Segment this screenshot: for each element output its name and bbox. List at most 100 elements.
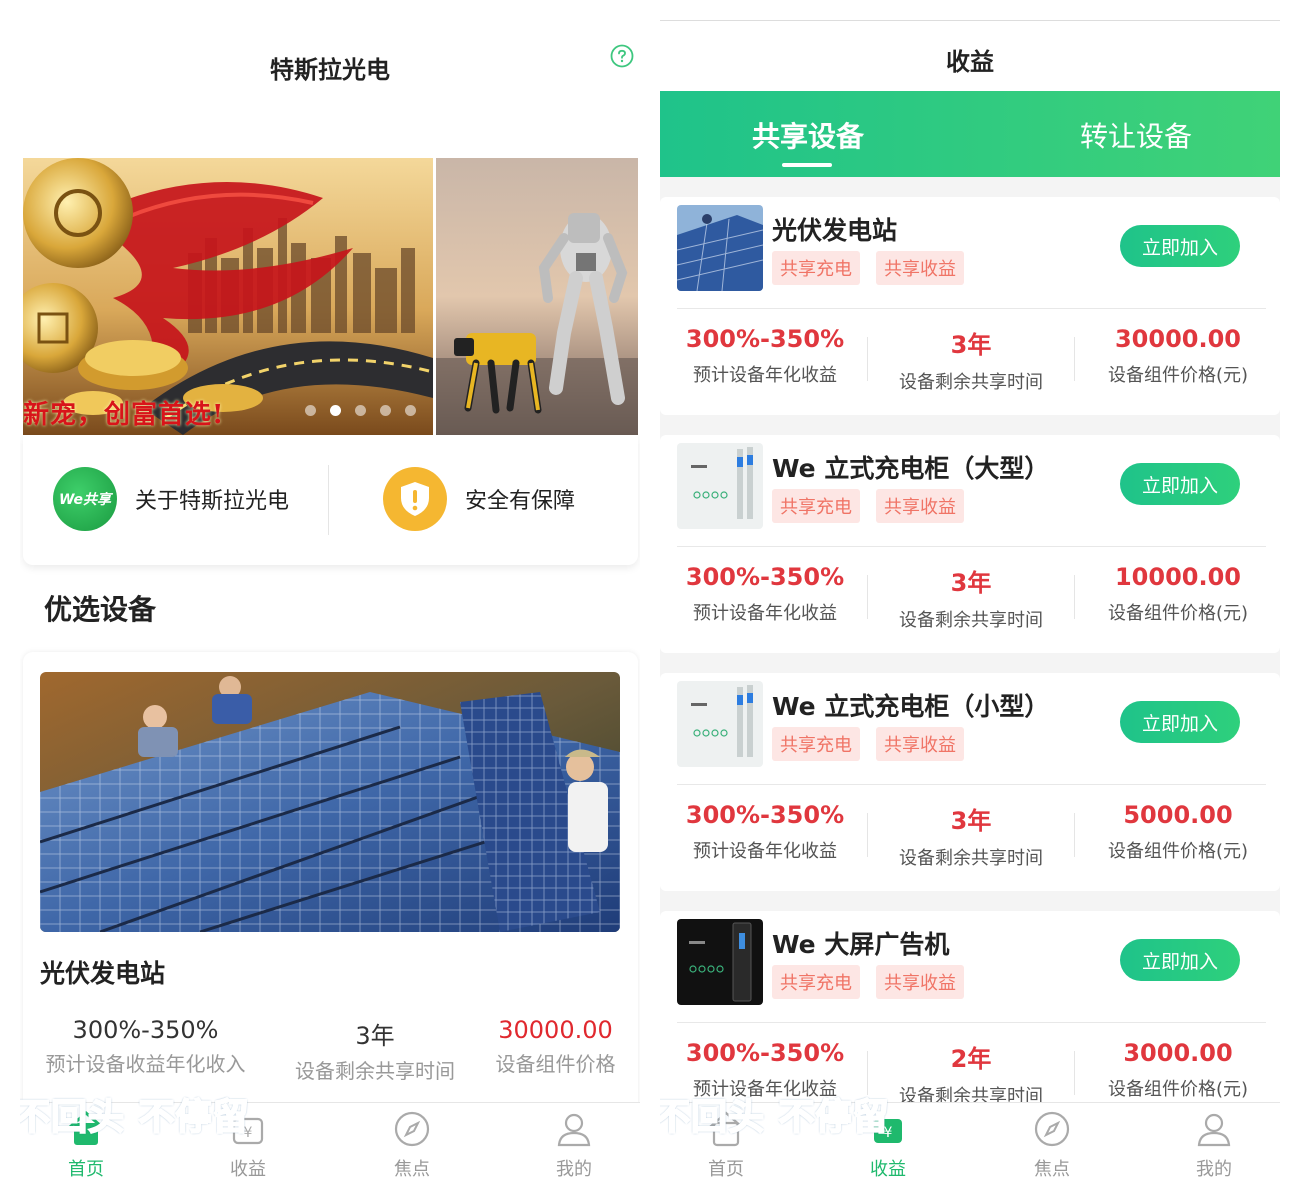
tag-group: 共享充电 共享收益	[772, 489, 964, 523]
safety-link[interactable]: 安全有保障	[383, 467, 575, 531]
compass-icon	[392, 1109, 432, 1149]
stat-value: 3000.00	[1123, 1039, 1233, 1067]
device-item[interactable]: We 立式充电柜（小型） 共享充电 共享收益 立即加入 300%-350% 预计…	[660, 673, 1280, 891]
divider	[1074, 1051, 1075, 1095]
join-now-button[interactable]: 立即加入	[1120, 939, 1240, 981]
user-icon	[1194, 1109, 1234, 1149]
stat-rate: 300%-350% 预计设备年化收益	[665, 801, 865, 863]
stat-value: 3年	[950, 807, 992, 835]
stat-rate: 300%-350% 预计设备年化收益	[665, 563, 865, 625]
header: 特斯拉光电	[20, 20, 640, 110]
stat-value: 300%-350%	[72, 1016, 219, 1044]
featured-device-card[interactable]: 光伏发电站 300%-350% 预计设备收益年化收入 3年 设备剩余共享时间 3…	[23, 652, 638, 1132]
tag: 共享充电	[772, 251, 860, 285]
divider	[867, 337, 868, 381]
banner-image-robots	[436, 158, 638, 435]
header: 收益	[660, 20, 1280, 92]
stat-value: 30000.00	[498, 1016, 613, 1044]
stat-rate: 300%-350% 预计设备年化收益	[665, 325, 865, 387]
divider	[677, 308, 1266, 309]
featured-device-name: 光伏发电站	[40, 959, 166, 988]
stat-price: 3000.00 设备组件价格(元)	[1078, 1039, 1278, 1101]
stat-label: 设备组件价格(元)	[1107, 841, 1249, 862]
stat-label: 设备组件价格(元)	[1107, 603, 1249, 624]
user-icon	[554, 1109, 594, 1149]
tab-shared-devices[interactable]: 共享设备	[752, 115, 864, 155]
carousel-dot[interactable]	[380, 405, 391, 416]
nav-label: 焦点	[1034, 1159, 1070, 1180]
device-name: We 立式充电柜（大型）	[772, 454, 1050, 483]
nav-focus[interactable]: 焦点	[362, 1109, 462, 1180]
help-icon[interactable]	[610, 44, 634, 68]
overlay-watermark-text: 不回头 不停留	[20, 1096, 250, 1139]
tag: 共享充电	[772, 727, 860, 761]
stat-value: 3年	[355, 1022, 395, 1050]
earnings-screen: 收益 共享设备 转让设备 光伏发电站 共享充电 共享收益 立即加入 300%-3…	[660, 20, 1280, 1180]
shield-icon	[383, 467, 447, 531]
ad-screen-thumbnail	[677, 919, 763, 1005]
stat-label: 预计设备年化收益	[693, 365, 837, 386]
overlay-watermark-text: 不回头 不停留	[660, 1096, 890, 1139]
stat-value: 300%-350%	[685, 563, 845, 591]
device-name: We 大屏广告机	[772, 930, 950, 959]
carousel-dot[interactable]	[355, 405, 366, 416]
stat-value: 300%-350%	[685, 1039, 845, 1067]
join-now-button[interactable]: 立即加入	[1120, 701, 1240, 743]
nav-me[interactable]: 我的	[524, 1109, 624, 1180]
tab-bar: 共享设备 转让设备	[660, 91, 1280, 177]
stat-label: 设备剩余共享时间	[899, 610, 1043, 631]
divider	[677, 1022, 1266, 1023]
tag: 共享收益	[876, 965, 964, 999]
featured-stat-price: 30000.00 设备组件价格	[483, 1016, 628, 1077]
stat-value: 3年	[950, 331, 992, 359]
tab-active-indicator	[782, 163, 832, 167]
we-share-logo-icon: We共享	[53, 467, 117, 531]
divider	[677, 784, 1266, 785]
stat-value: 3年	[950, 569, 992, 597]
carousel-dot-active[interactable]	[330, 405, 341, 416]
tab-transfer-devices[interactable]: 转让设备	[1080, 115, 1192, 155]
divider	[1074, 813, 1075, 857]
divider	[328, 465, 329, 535]
safety-label: 安全有保障	[465, 489, 576, 514]
stat-price: 30000.00 设备组件价格(元)	[1078, 325, 1278, 387]
featured-stat-rate: 300%-350% 预计设备收益年化收入	[33, 1016, 258, 1077]
divider	[1074, 337, 1075, 381]
tag: 共享充电	[772, 965, 860, 999]
stat-term: 3年 设备剩余共享时间	[871, 563, 1071, 632]
device-item[interactable]: We 立式充电柜（大型） 共享充电 共享收益 立即加入 300%-350% 预计…	[660, 435, 1280, 653]
stat-value: 300%-350%	[685, 325, 845, 353]
nav-focus[interactable]: 焦点	[1002, 1109, 1102, 1180]
stat-label: 设备组件价格(元)	[1107, 365, 1249, 386]
device-item[interactable]: 光伏发电站 共享充电 共享收益 立即加入 300%-350% 预计设备年化收益 …	[660, 197, 1280, 415]
tag-group: 共享充电 共享收益	[772, 251, 964, 285]
stat-label: 预计设备年化收益	[693, 603, 837, 624]
stat-label: 设备剩余共享时间	[899, 848, 1043, 869]
stat-label: 设备组件价格	[495, 1052, 616, 1076]
tag: 共享收益	[876, 489, 964, 523]
about-link[interactable]: We共享 关于特斯拉光电	[53, 467, 289, 531]
divider	[1074, 575, 1075, 619]
carousel-dot[interactable]	[305, 405, 316, 416]
stat-term: 2年 设备剩余共享时间	[871, 1039, 1071, 1108]
nav-label: 焦点	[394, 1159, 430, 1180]
nav-me[interactable]: 我的	[1164, 1109, 1264, 1180]
join-now-button[interactable]: 立即加入	[1120, 463, 1240, 505]
featured-stat-term: 3年 设备剩余共享时间	[285, 1016, 465, 1084]
device-list: 光伏发电站 共享充电 共享收益 立即加入 300%-350% 预计设备年化收益 …	[660, 197, 1280, 1149]
stat-term: 3年 设备剩余共享时间	[871, 801, 1071, 870]
stat-label: 预计设备年化收益	[693, 841, 837, 862]
top-divider	[660, 20, 1280, 21]
banner-carousel[interactable]: 新宠，创富首选!	[23, 158, 638, 435]
charging-cabinet-large-thumbnail	[677, 443, 763, 529]
join-now-button[interactable]: 立即加入	[1120, 225, 1240, 267]
charging-cabinet-small-thumbnail	[677, 681, 763, 767]
solar-station-thumbnail	[677, 205, 763, 291]
solar-panel-photo	[40, 672, 620, 932]
nav-label: 我的	[556, 1159, 592, 1180]
stat-value: 10000.00	[1114, 563, 1241, 591]
stat-value: 300%-350%	[685, 801, 845, 829]
stat-label: 设备组件价格(元)	[1107, 1079, 1249, 1100]
compass-icon	[1032, 1109, 1072, 1149]
carousel-dot[interactable]	[405, 405, 416, 416]
